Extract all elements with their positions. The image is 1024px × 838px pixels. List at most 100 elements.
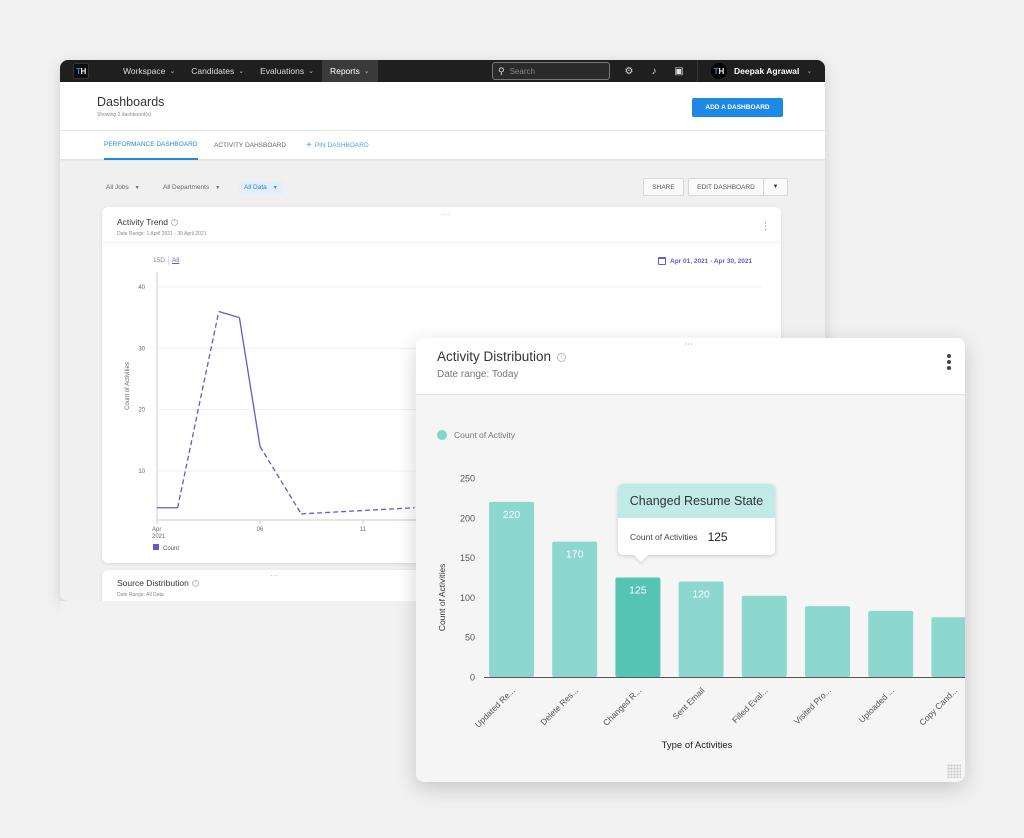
tooltip-title: Changed Resume State [618,484,775,518]
card-divider [102,242,781,243]
nav-label: Evaluations [260,66,305,76]
series-segment [301,507,415,515]
bar [805,606,850,677]
bar-value-label: 125 [629,585,647,597]
chevron-down-icon: ⌄ [363,68,370,75]
gear-icon[interactable]: ⚙ [623,66,635,77]
bar-value-label: 170 [566,549,584,561]
filter-label: All Jobs [106,184,129,191]
chart-legend[interactable]: Count of Activity [437,430,515,440]
nav-divider [697,60,698,82]
nav-label: Candidates [191,66,235,76]
legend-label: Count of Activity [454,430,515,440]
filter-departments[interactable]: All Departments ▼ [163,181,220,194]
info-icon[interactable]: i [191,580,199,588]
x-tick-label: Sent Email [670,685,706,721]
more-options-icon[interactable] [947,354,951,370]
x-tick-label: Visited Pro... [792,685,833,726]
y-tick-label: 0 [470,673,475,683]
bar [868,610,914,677]
card-header: ⋯ Activity Distribution i Date range: Tod… [416,338,965,395]
filter-data[interactable]: All Data ▼ [239,181,283,194]
backdrop [60,601,430,641]
range-tab-15d[interactable]: 15D [153,257,165,264]
caret-down-icon: ▼ [215,184,221,191]
tab-label: PERFORMANCE DASHBOARD [104,141,198,148]
drag-handle-icon[interactable]: ⋯ [684,339,693,350]
x-axis-title: Type of Activities [662,740,733,751]
y-tick-label: 250 [460,474,475,484]
dashboard-tabs: PERFORMANCE DASHBOARD ACTIVITY DAHSBOARD… [60,130,825,160]
tab-label: ACTIVITY DAHSBOARD [214,142,287,149]
top-nav: TH Workspace ⌄ Candidates ⌄ Evaluations ⌄ R… [60,60,825,82]
info-icon[interactable]: i [171,219,179,227]
nav-icons: ⚙ ♪ ▣ [623,60,685,82]
edit-dashboard-button[interactable]: EDIT DASHBOARD [688,178,764,196]
chevron-down-icon: ⌄ [806,68,813,75]
share-button[interactable]: SHARE [643,178,684,196]
range-label: All [172,257,180,264]
bar [931,617,965,677]
nav-label: Reports [329,66,360,76]
chevron-down-icon: ⌄ [308,68,314,75]
resize-handle-icon[interactable] [947,764,961,778]
nav-workspace[interactable]: Workspace ⌄ [115,60,183,82]
card-title: Source Distribution i [117,578,199,588]
share-label: SHARE [652,183,675,191]
series-segment [259,446,302,515]
chevron-down-icon: ⌄ [238,68,245,75]
pin-dashboard-button[interactable]: + PIN DASHBOARD [306,131,369,160]
search-placeholder: Search [509,66,535,76]
bar-value-label: 220 [503,509,521,521]
logo-h: H [80,66,87,76]
bar [741,595,787,677]
info-icon[interactable]: i [557,352,567,362]
date-range-text: Apr 01, 2021 - Apr 30, 2021 [670,257,753,265]
user-menu[interactable]: TH Deepak Agrawal ⌄ [711,60,812,82]
tab-label: PIN DASHBOARD [314,142,369,149]
x-tick-label: Delete Res... [538,685,580,727]
x-tick-label: Changed R... [601,685,643,727]
bar-value-label: 120 [692,588,710,600]
caret-down-icon: ▼ [772,184,779,190]
nav-label: Workspace [123,66,166,76]
logo[interactable]: TH [73,63,89,79]
search-icon: ⚲ [498,65,505,76]
drag-handle-icon[interactable]: ⋯ [442,210,450,219]
plus-icon: + [306,140,312,151]
legend-swatch [153,544,159,550]
y-tick-label: 50 [465,633,475,643]
nav-candidates[interactable]: Candidates ⌄ [183,60,252,82]
avatar-h: H [718,66,725,76]
card-subtitle: Date range: Today [437,369,519,380]
edit-dropdown-button[interactable]: ▼ [763,178,788,196]
range-tab-all[interactable]: All [172,257,179,264]
caret-down-icon: ▼ [272,184,278,191]
nav-reports[interactable]: Reports ⌄ [321,60,378,82]
add-dashboard-button[interactable]: ADD A DASHBOARD [692,98,783,117]
bell-icon[interactable]: ♪ [648,66,660,77]
calendar-icon [658,257,666,265]
bar [552,541,598,677]
series-segment [238,317,261,447]
edit-label: EDIT DASHBOARD [697,183,755,191]
x-tick-label: Filled Eval... [730,685,770,725]
y-tick-label: 30 [138,346,145,352]
feedback-icon[interactable]: ▣ [673,66,685,77]
filter-jobs[interactable]: All Jobs ▼ [106,181,140,194]
date-range-picker[interactable]: Apr 01, 2021 - Apr 30, 2021 [658,257,752,265]
chevron-down-icon: ⌄ [169,68,176,75]
caret-down-icon: ▼ [134,184,140,191]
user-name: Deepak Agrawal [734,66,800,76]
x-tick-label: Copy Cand... [917,685,959,727]
search-input[interactable]: ⚲ Search [492,62,610,80]
nav-evaluations[interactable]: Evaluations ⌄ [252,60,322,82]
card-title: Activity Trend i [117,217,179,227]
x-tick-sublabel: 2021 [152,534,166,540]
filter-label: All Data [244,184,267,191]
legend-label: Count [163,546,179,552]
tab-activity-dashboard[interactable]: ACTIVITY DAHSBOARD [214,131,286,160]
more-options-icon[interactable]: ⋮ [761,221,770,232]
tab-performance-dashboard[interactable]: PERFORMANCE DASHBOARD [104,131,198,160]
drag-handle-icon[interactable]: ⋯ [270,571,278,580]
